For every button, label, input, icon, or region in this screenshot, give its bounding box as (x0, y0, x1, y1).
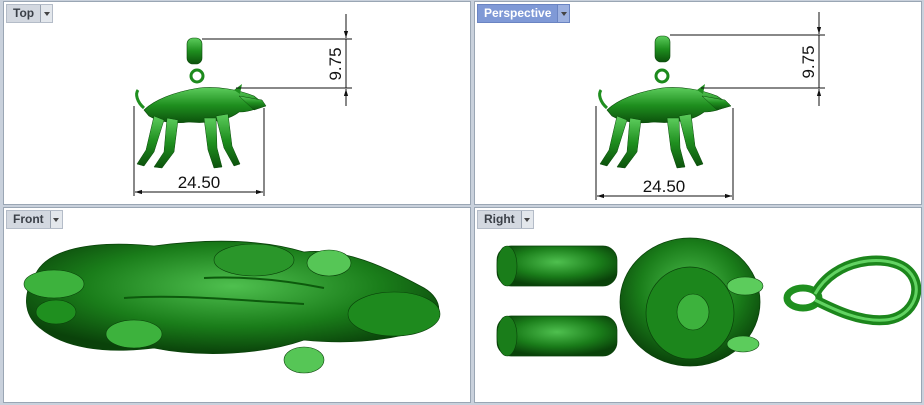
viewport-front[interactable]: Front (3, 207, 471, 403)
viewport-tab-perspective[interactable]: Perspective (477, 4, 571, 23)
chevron-down-icon[interactable] (557, 5, 570, 22)
model-view-right (496, 237, 921, 367)
model-view-perspective: 24.50 9.75 (595, 12, 825, 200)
viewport-perspective[interactable]: Perspective 24.50 9.75 (474, 1, 922, 205)
model-view-top: 24.50 9.75 (133, 14, 352, 196)
chevron-down-icon[interactable] (520, 211, 533, 228)
dimension-width-label: 24.50 (178, 173, 221, 192)
chevron-down-icon[interactable] (40, 5, 53, 22)
boar-pendant-side (135, 37, 267, 169)
viewport-tab-label: Front (13, 212, 44, 226)
boar-pendant-front (496, 237, 921, 367)
dimension-height-label: 9.75 (326, 47, 345, 80)
dimension-height-label: 9.75 (799, 45, 818, 78)
viewport-tab-label: Top (13, 6, 35, 20)
viewport-top[interactable]: Top 24.50 9.75 (3, 1, 471, 205)
dimension-width-label: 24.50 (643, 177, 686, 196)
chevron-down-icon[interactable] (49, 211, 62, 228)
viewport-right[interactable]: Right (474, 207, 922, 403)
viewport-tab-top[interactable]: Top (6, 4, 54, 23)
model-view-front (23, 240, 441, 374)
boar-pendant-perspective (598, 35, 732, 169)
viewport-tab-front[interactable]: Front (6, 210, 63, 229)
viewport-tab-label: Right (484, 212, 515, 226)
boar-pendant-underside (23, 240, 441, 374)
viewport-tab-label: Perspective (484, 6, 552, 20)
viewport-tab-right[interactable]: Right (477, 210, 534, 229)
